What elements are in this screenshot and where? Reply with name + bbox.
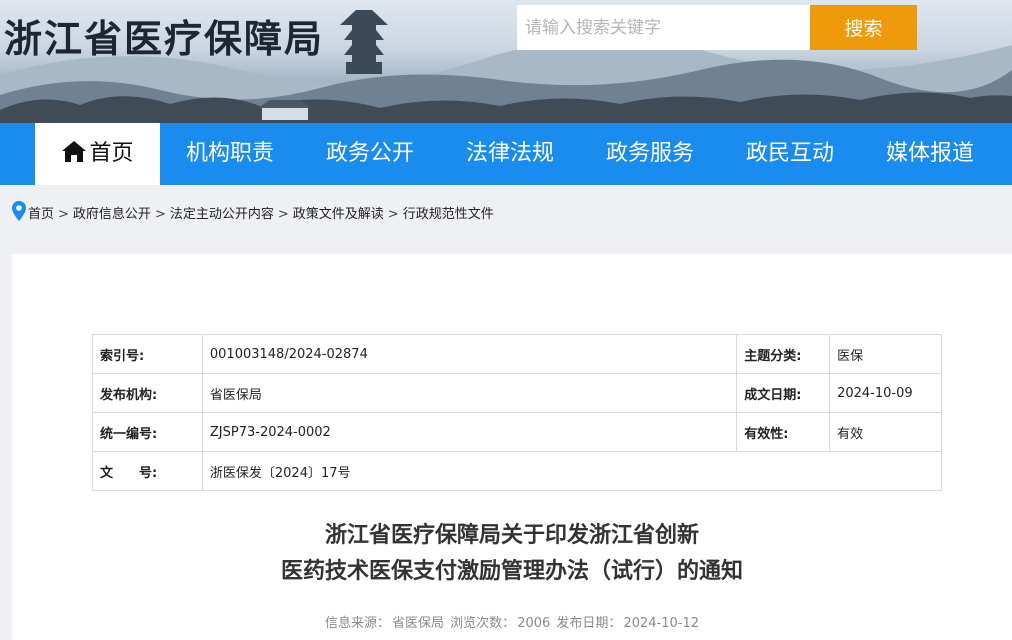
source-label: 信息来源： [325,616,391,631]
nav-item-laws[interactable]: 法律法规 [440,123,580,185]
breadcrumb-gov-info[interactable]: 政府信息公开 [73,203,151,227]
views-value: 2006 [517,616,551,631]
header-banner: 浙江省医疗保障局 搜索 [0,0,1012,123]
nav-item-gov-services[interactable]: 政务服务 [580,123,720,185]
nav-item-duties[interactable]: 机构职责 [160,123,300,185]
meta-key: 发布机构: [92,373,203,413]
breadcrumb: 首页 > 政府信息公开 > 法定主动公开内容 > 政策文件及解读 > 行政规范性… [12,200,494,230]
views-label: 浏览次数： [450,616,516,631]
document-title-line: 医药技术医保支付激励管理办法（试行）的通知 [280,559,743,584]
document-meta-table: 索引号: 001003148/2024-02874 主题分类: 医保 发布机构:… [92,334,943,491]
content-panel: 索引号: 001003148/2024-02874 主题分类: 医保 发布机构:… [12,254,1012,640]
meta-key: 主题分类: [736,334,831,374]
main-nav: 首页 机构职责 政务公开 法律法规 政务服务 政民互动 媒体报道 [0,123,1012,185]
breadcrumb-policy[interactable]: 政策文件及解读 [293,203,384,227]
meta-key: 文 号: [92,451,203,491]
table-row: 索引号: 001003148/2024-02874 主题分类: 医保 [92,334,942,374]
table-row: 统一编号: ZJSP73-2024-0002 有效性: 有效 [92,412,942,452]
meta-value: 2024-10-09 [829,373,942,413]
meta-value: 医保 [829,334,942,374]
date-label: 发布日期： [556,616,622,631]
meta-key: 成文日期: [736,373,831,413]
meta-key: 索引号: [92,334,203,374]
breadcrumb-home[interactable]: 首页 [28,203,54,227]
meta-value: 浙医保发〔2024〕17号 [201,451,943,491]
meta-key: 统一编号: [92,412,203,452]
nav-item-gov-affairs-open[interactable]: 政务公开 [300,123,440,185]
document-info: 信息来源： 省医保局 浏览次数： 2006 发布日期： 2024-10-12 [12,612,1012,631]
meta-value: 001003148/2024-02874 [201,334,738,374]
breadcrumb-statutory[interactable]: 法定主动公开内容 [170,203,274,227]
home-icon [61,126,87,188]
nav-item-media[interactable]: 媒体报道 [860,123,1000,185]
meta-key: 有效性: [736,412,831,452]
breadcrumb-normative[interactable]: 行政规范性文件 [403,203,494,227]
breadcrumb-separator: > [154,207,166,222]
location-pin-icon [12,200,26,230]
breadcrumb-separator: > [277,207,289,222]
meta-value: 省医保局 [201,373,738,413]
document-title-line: 浙江省医疗保障局关于印发浙江省创新 [324,523,699,548]
search-button[interactable]: 搜索 [810,5,917,50]
nav-item-home[interactable]: 首页 [35,123,160,185]
meta-value: 有效 [829,412,942,452]
site-title: 浙江省医疗保障局 [4,17,325,61]
breadcrumb-separator: > [58,207,69,222]
search-input[interactable] [517,5,810,50]
source-value: 省医保局 [392,616,445,631]
document-title: 浙江省医疗保障局关于印发浙江省创新 医药技术医保支付激励管理办法（试行）的通知 [12,518,1012,590]
table-row: 文 号: 浙医保发〔2024〕17号 [92,451,943,491]
table-row: 发布机构: 省医保局 成文日期: 2024-10-09 [92,373,942,413]
nav-item-interaction[interactable]: 政民互动 [720,123,860,185]
meta-value: ZJSP73-2024-0002 [201,412,738,452]
breadcrumb-separator: > [387,207,399,222]
date-value: 2024-10-12 [623,616,699,631]
nav-item-label: 首页 [89,141,134,166]
